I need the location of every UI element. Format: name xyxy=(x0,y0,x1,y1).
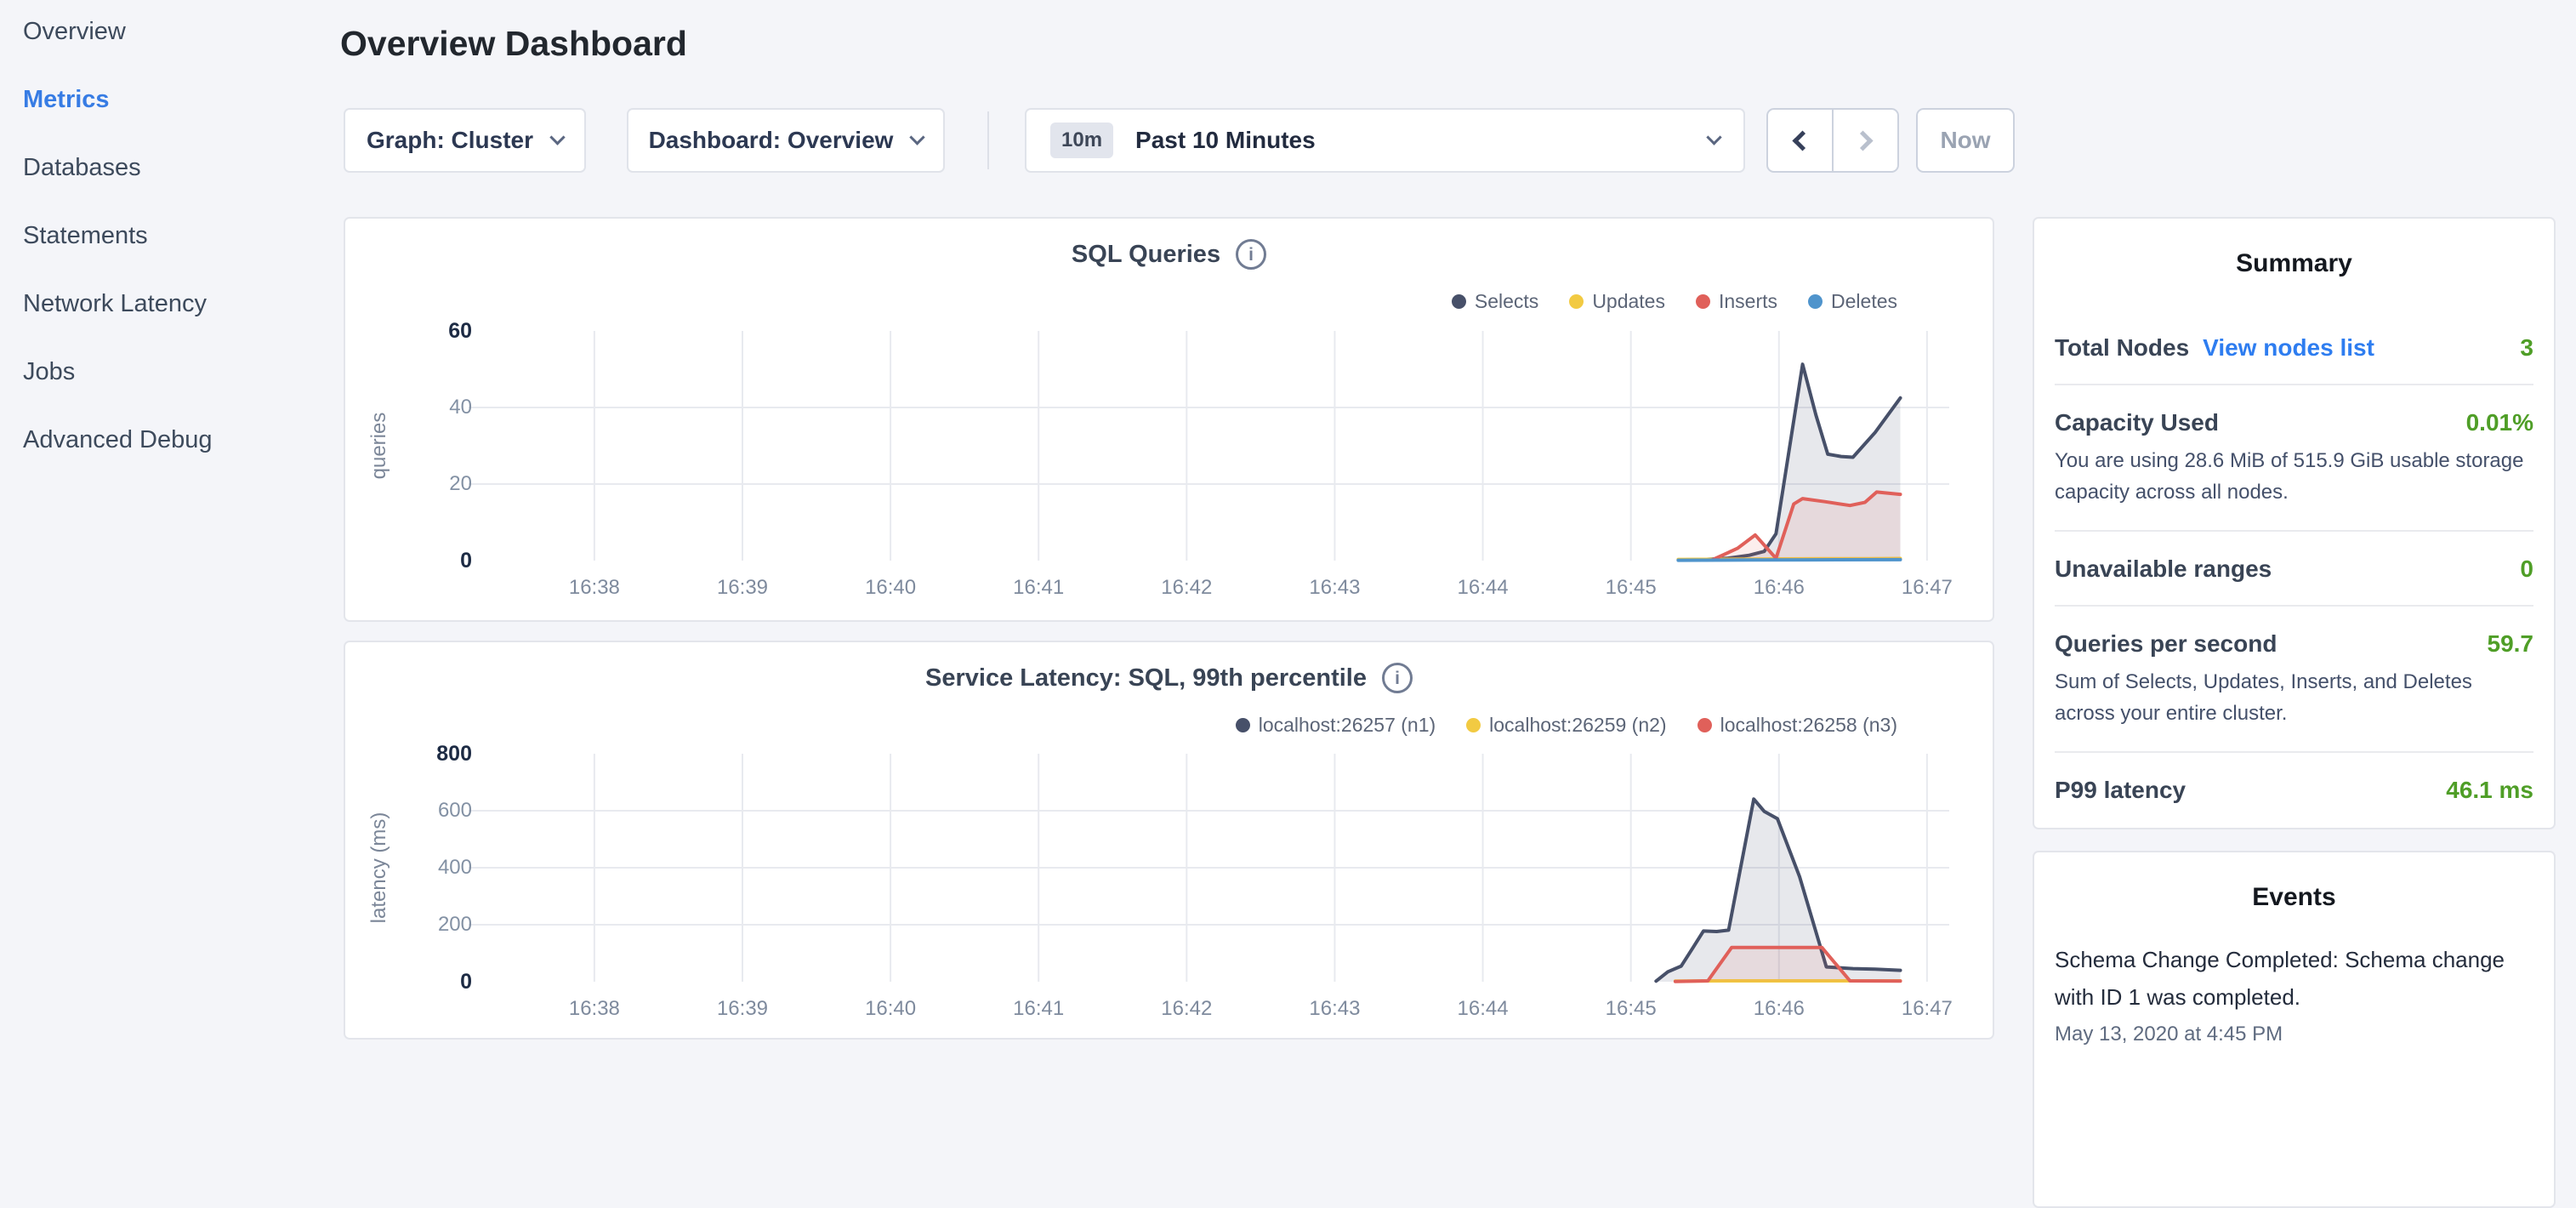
y-axis-tick: 20 xyxy=(345,470,472,498)
event-timestamp: May 13, 2020 at 4:45 PM xyxy=(2055,1023,2533,1046)
toolbar-divider xyxy=(987,111,989,169)
x-axis-tick: 16:44 xyxy=(1424,997,1543,1021)
time-window-dropdown[interactable]: 10m Past 10 Minutes xyxy=(1025,108,1745,173)
x-axis-tick: 16:44 xyxy=(1424,576,1543,600)
x-axis-tick: 16:38 xyxy=(535,997,654,1021)
summary-value: 59.7 xyxy=(2488,630,2534,658)
x-axis-tick: 16:38 xyxy=(535,576,654,600)
summary-subtext: You are using 28.6 MiB of 515.9 GiB usab… xyxy=(2055,445,2533,508)
x-axis-tick: 16:43 xyxy=(1275,997,1394,1021)
x-axis-tick: 16:40 xyxy=(831,997,950,1021)
sidebar-item-advanced-debug[interactable]: Advanced Debug xyxy=(23,425,213,454)
sidebar-item-network-latency[interactable]: Network Latency xyxy=(23,289,213,318)
summary-label: Total Nodes xyxy=(2055,334,2189,362)
y-axis-tick: 60 xyxy=(345,317,472,345)
page-title: Overview Dashboard xyxy=(340,24,687,64)
y-axis-tick: 400 xyxy=(345,854,472,881)
summary-row-capacity-used: Capacity Used 0.01% You are using 28.6 MiB… xyxy=(2055,384,2533,530)
x-axis-tick: 16:46 xyxy=(1720,576,1839,600)
event-item: Schema Change Completed: Schema change w… xyxy=(2055,941,2533,1046)
y-axis-tick: 40 xyxy=(345,394,472,421)
sql-queries-chart-card: SQL Queries i SelectsUpdatesInsertsDelet… xyxy=(344,217,1994,622)
summary-row-p99-latency: P99 latency 46.1 ms xyxy=(2055,751,2533,826)
time-forward-button[interactable] xyxy=(1832,110,1897,171)
summary-row-queries-per-second: Queries per second 59.7 Sum of Selects, Up… xyxy=(2055,605,2533,751)
sidebar-item-jobs[interactable]: Jobs xyxy=(23,357,213,386)
summary-label: Unavailable ranges xyxy=(2055,556,2272,583)
summary-row-head: Total Nodes View nodes list 3 xyxy=(2055,334,2533,362)
x-axis-tick: 16:41 xyxy=(979,576,1098,600)
summary-row-head: Capacity Used 0.01% xyxy=(2055,409,2533,436)
y-axis-tick: 200 xyxy=(345,911,472,938)
x-axis-tick: 16:45 xyxy=(1572,576,1691,600)
graph-dropdown-label: Graph: Cluster xyxy=(367,127,533,154)
summary-row-head: Unavailable ranges 0 xyxy=(2055,556,2533,583)
summary-row-head: Queries per second 59.7 xyxy=(2055,630,2533,658)
summary-row-head: P99 latency 46.1 ms xyxy=(2055,777,2533,804)
summary-panel: Summary Total Nodes View nodes list 3 Capac… xyxy=(2033,217,2556,829)
x-axis-tick: 16:40 xyxy=(831,576,950,600)
x-axis-tick: 16:46 xyxy=(1720,997,1839,1021)
summary-row-total-nodes: Total Nodes View nodes list 3 xyxy=(2055,311,2533,384)
summary-title: Summary xyxy=(2034,249,2554,278)
x-axis-tick: 16:42 xyxy=(1127,997,1246,1021)
y-axis-tick: 600 xyxy=(345,797,472,824)
summary-value: 0.01% xyxy=(2466,409,2533,436)
view-nodes-list-link[interactable]: View nodes list xyxy=(2203,334,2374,362)
x-axis-tick: 16:41 xyxy=(979,997,1098,1021)
sidebar-item-metrics[interactable]: Metrics xyxy=(23,85,213,114)
summary-value: 0 xyxy=(2520,556,2533,583)
x-axis-tick: 16:47 xyxy=(1868,576,1987,600)
now-button[interactable]: Now xyxy=(1916,108,2015,173)
events-panel: Events Schema Change Completed: Schema c… xyxy=(2033,851,2556,1208)
y-axis-label: latency (ms) xyxy=(367,698,392,1038)
x-axis-tick: 16:43 xyxy=(1275,576,1394,600)
summary-label: Queries per second xyxy=(2055,630,2277,658)
sidebar-item-databases[interactable]: Databases xyxy=(23,153,213,182)
x-axis-tick: 16:47 xyxy=(1868,997,1987,1021)
chevron-down-icon xyxy=(1706,129,1721,145)
time-window-badge: 10m xyxy=(1050,123,1113,158)
summary-row-unavailable-ranges: Unavailable ranges 0 xyxy=(2055,530,2533,605)
service-latency-chart-card: Service Latency: SQL, 99th percentile i … xyxy=(344,641,1994,1040)
event-text: Schema Change Completed: Schema change w… xyxy=(2055,941,2533,1016)
graph-dropdown[interactable]: Graph: Cluster xyxy=(344,108,586,173)
summary-label: Capacity Used xyxy=(2055,409,2219,436)
y-axis-tick: 0 xyxy=(345,968,472,995)
time-step-buttons xyxy=(1766,108,1899,173)
summary-value: 46.1 ms xyxy=(2446,777,2533,804)
summary-value: 3 xyxy=(2520,334,2533,362)
y-axis-tick: 0 xyxy=(345,547,472,574)
chart-plot-area[interactable] xyxy=(345,642,1993,1038)
x-axis-tick: 16:42 xyxy=(1127,576,1246,600)
time-back-button[interactable] xyxy=(1768,110,1832,171)
events-title: Events xyxy=(2034,883,2554,912)
x-axis-tick: 16:45 xyxy=(1572,997,1691,1021)
time-window-label: Past 10 Minutes xyxy=(1135,127,1316,154)
sidebar-item-statements[interactable]: Statements xyxy=(23,221,213,250)
y-axis-tick: 800 xyxy=(345,740,472,767)
summary-label: P99 latency xyxy=(2055,777,2186,804)
dashboard-dropdown[interactable]: Dashboard: Overview xyxy=(627,108,945,173)
chevron-left-icon xyxy=(1792,130,1812,151)
x-axis-tick: 16:39 xyxy=(683,997,802,1021)
sidebar-nav: Overview Metrics Databases Statements Networ… xyxy=(23,17,213,493)
dashboard-dropdown-label: Dashboard: Overview xyxy=(649,127,894,154)
chevron-down-icon xyxy=(549,129,565,145)
x-axis-tick: 16:39 xyxy=(683,576,802,600)
chevron-down-icon xyxy=(910,129,925,145)
y-axis-label: queries xyxy=(367,276,392,616)
chart-plot-area[interactable] xyxy=(345,219,1993,620)
chevron-right-icon xyxy=(1852,130,1873,151)
summary-subtext: Sum of Selects, Updates, Inserts, and De… xyxy=(2055,666,2533,729)
sidebar-item-overview[interactable]: Overview xyxy=(23,17,213,46)
